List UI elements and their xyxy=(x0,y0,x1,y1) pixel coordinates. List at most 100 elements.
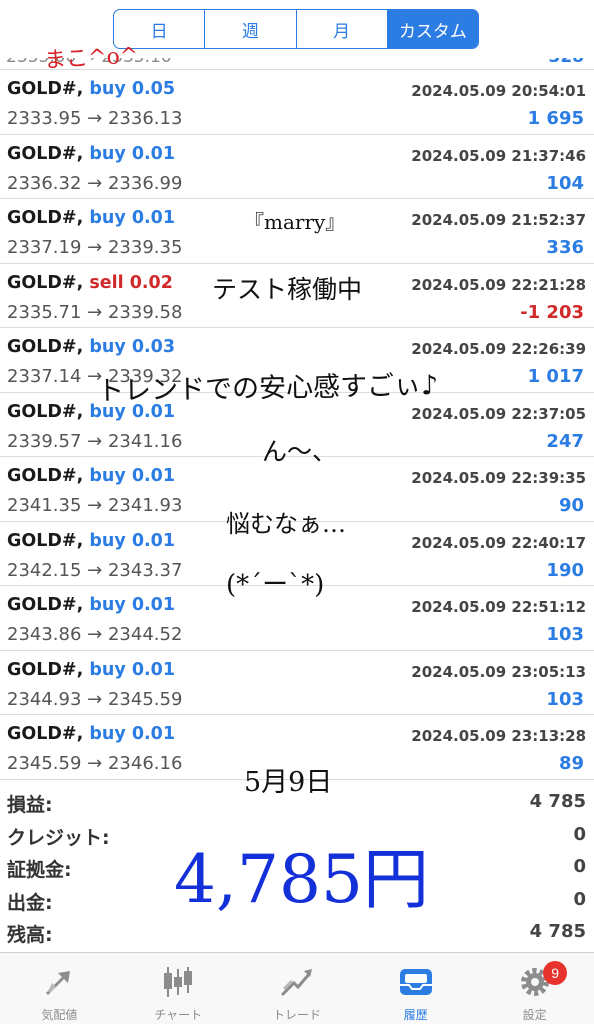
deal-direction: buy 0.01 xyxy=(89,401,175,422)
trade-trend-icon xyxy=(277,962,317,1002)
symbol-name: GOLD#, xyxy=(7,208,84,228)
deal-direction: buy 0.01 xyxy=(89,466,175,486)
tab-label: 履歴 xyxy=(403,1008,428,1022)
symbol-name: GOLD#, xyxy=(7,466,84,486)
summary-value: 0 xyxy=(573,856,586,877)
deal-direction: buy 0.01 xyxy=(89,724,175,744)
deal-prices: 2337.19 → 2339.35 xyxy=(7,237,183,258)
tab-label: 気配値 xyxy=(41,1008,78,1022)
deal-time: 2024.05.09 20:54:01 xyxy=(411,82,586,100)
quotes-arrows-icon xyxy=(39,962,79,1002)
deal-direction: buy 0.01 xyxy=(89,208,175,228)
deal-profit: 90 xyxy=(558,495,584,516)
summary-label: 証拠金: xyxy=(7,859,72,881)
deal-profit: 247 xyxy=(546,430,584,452)
deal-profit: 103 xyxy=(546,688,584,710)
symbol-name: GOLD#, xyxy=(7,337,84,357)
tab-trade[interactable]: トレード xyxy=(238,953,357,1024)
deal-time: 2024.05.09 22:51:12 xyxy=(411,598,586,616)
deal-time: 2024.05.09 23:13:28 xyxy=(411,727,586,745)
deal-symbol: GOLD#, buy 0.01 xyxy=(7,144,175,164)
deal-row[interactable]: GOLD#, sell 0.02 2024.05.09 22:21:28 2335.… xyxy=(0,264,594,328)
summary-profit: 損益: 4 785 xyxy=(0,786,594,819)
deal-direction: buy 0.01 xyxy=(89,595,175,615)
deal-prices: 2344.93 → 2345.59 xyxy=(7,688,183,710)
deal-row[interactable]: GOLD#, buy 0.01 2024.05.09 22:39:35 2341.3… xyxy=(0,457,594,522)
symbol-name: GOLD#, xyxy=(7,530,84,551)
deal-profit: 1 017 xyxy=(527,366,584,387)
summary-label: クレジット: xyxy=(7,826,110,849)
deal-row[interactable]: GOLD#, buy 0.01 2024.05.09 21:52:37 2337.1… xyxy=(0,199,594,264)
deal-time: 2024.05.09 21:37:46 xyxy=(411,146,586,165)
deal-direction: buy 0.03 xyxy=(89,337,175,357)
summary-value: 0 xyxy=(573,888,586,910)
summary-value: 4 785 xyxy=(529,791,586,812)
summary-label: 損益: xyxy=(7,794,53,816)
tab-label: チャート xyxy=(154,1008,203,1022)
candlestick-chart-icon xyxy=(158,962,198,1002)
deal-prices: 2339.57 → 2341.16 xyxy=(7,430,183,452)
deal-direction: buy 0.01 xyxy=(89,530,175,551)
account-summary: 損益: 4 785 クレジット: 0 証拠金: 0 出金: 0 残高: 4 78… xyxy=(0,786,594,949)
tab-custom[interactable]: カスタム xyxy=(387,10,478,48)
deal-symbol: GOLD#, buy 0.01 xyxy=(7,595,175,615)
summary-credit: クレジット: 0 xyxy=(0,819,594,852)
deal-symbol: GOLD#, buy 0.01 xyxy=(7,466,175,486)
tab-quotes[interactable]: 気配値 xyxy=(0,953,119,1024)
deal-profit: 336 xyxy=(546,237,584,258)
tab-week[interactable]: 週 xyxy=(205,10,297,48)
tab-settings[interactable]: 設定 9 xyxy=(475,953,594,1024)
symbol-name: GOLD#, xyxy=(7,724,84,744)
summary-value: 4 785 xyxy=(529,921,586,942)
symbol-name: GOLD#, xyxy=(7,79,84,99)
deal-prices: 2343.86 → 2344.52 xyxy=(7,624,183,645)
summary-label: 出金: xyxy=(7,891,53,914)
deal-time: 2024.05.09 22:26:39 xyxy=(411,340,586,358)
history-inbox-icon xyxy=(396,962,436,1002)
deal-time: 2024.05.09 23:05:13 xyxy=(411,662,586,681)
deal-profit: 103 xyxy=(546,624,584,645)
deal-time: 2024.05.09 22:39:35 xyxy=(411,469,586,487)
period-bar: 日 週 月 カスタム xyxy=(0,0,594,58)
deal-prices: 2333.95 → 2336.13 xyxy=(7,108,183,129)
deal-row[interactable]: GOLD#, buy 0.01 2024.05.09 23:05:13 2344.9… xyxy=(0,651,594,715)
deal-symbol: GOLD#, buy 0.01 xyxy=(7,402,175,422)
deal-time: 2024.05.09 22:37:05 xyxy=(411,404,586,423)
deal-time: 2024.05.09 22:40:17 xyxy=(411,533,586,552)
tab-label: トレード xyxy=(272,1008,321,1022)
deal-profit: 104 xyxy=(546,172,584,194)
deal-direction: buy 0.05 xyxy=(89,79,175,99)
deal-direction: buy 0.01 xyxy=(89,659,175,680)
deal-row[interactable]: GOLD#, buy 0.01 2024.05.09 22:37:05 2339.5… xyxy=(0,393,594,457)
period-segmented-control: 日 週 月 カスタム xyxy=(113,9,479,49)
tab-history[interactable]: 履歴 xyxy=(356,953,475,1024)
deal-prices: 2335.71 → 2339.58 xyxy=(7,301,183,323)
deal-profit: 190 xyxy=(546,559,584,581)
deal-prices: 2336.32 → 2336.99 xyxy=(7,172,183,194)
deal-symbol: GOLD#, buy 0.01 xyxy=(7,208,175,228)
deal-time: 2024.05.09 21:52:37 xyxy=(411,211,586,229)
deal-profit: 89 xyxy=(558,753,584,774)
deal-row[interactable]: GOLD#, buy 0.05 2024.05.09 20:54:01 2333.9… xyxy=(0,70,594,135)
summary-deposit: 証拠金: 0 xyxy=(0,851,594,884)
tab-day[interactable]: 日 xyxy=(114,10,206,48)
tab-month[interactable]: 月 xyxy=(297,10,388,48)
summary-balance: 残高: 4 785 xyxy=(0,916,594,949)
tab-chart[interactable]: チャート xyxy=(119,953,238,1024)
deal-row[interactable]: GOLD#, buy 0.01 2024.05.09 22:40:17 2342.1… xyxy=(0,522,594,586)
deal-row[interactable]: GOLD#, buy 0.01 2024.05.09 22:51:12 2343.8… xyxy=(0,586,594,651)
deal-history-list: 2333.00 → 2335.10 328 GOLD#, buy 0.05202… xyxy=(0,44,594,780)
notification-badge: 9 xyxy=(543,961,568,985)
deal-symbol: GOLD#, buy 0.05 xyxy=(7,79,175,99)
deal-symbol: GOLD#, buy 0.01 xyxy=(7,660,175,680)
deal-row[interactable]: GOLD#, buy 0.03 2024.05.09 22:26:39 2337.1… xyxy=(0,328,594,393)
deal-row[interactable]: GOLD#, buy 0.01 2024.05.09 21:37:46 2336.3… xyxy=(0,135,594,199)
summary-value: 0 xyxy=(573,823,586,845)
deal-symbol: GOLD#, sell 0.02 xyxy=(7,273,173,293)
deal-row[interactable]: GOLD#, buy 0.01 2024.05.09 23:13:28 2345.5… xyxy=(0,715,594,780)
deal-prices: 2342.15 → 2343.37 xyxy=(7,559,183,581)
summary-label: 残高: xyxy=(7,924,53,946)
deal-prices: 2337.14 → 2339.32 xyxy=(7,366,183,387)
summary-withdrawal: 出金: 0 xyxy=(0,884,594,917)
deal-symbol: GOLD#, buy 0.01 xyxy=(7,531,175,551)
